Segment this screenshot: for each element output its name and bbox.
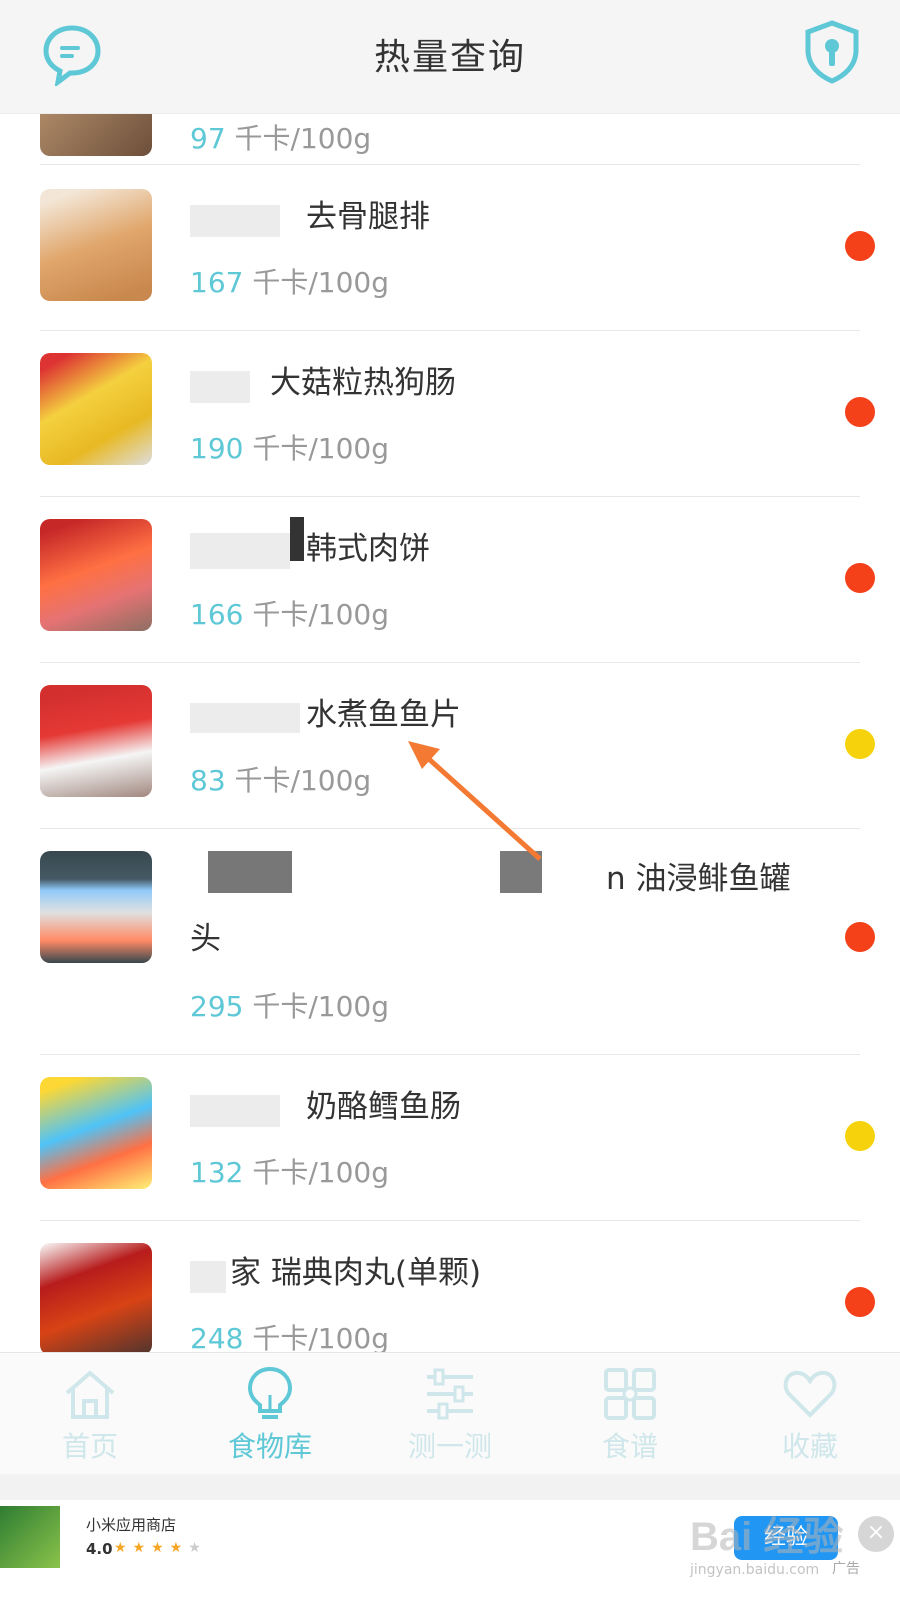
food-thumbnail [40, 353, 152, 465]
calorie-level-dot [845, 729, 875, 759]
ad-spacer [0, 1474, 900, 1500]
food-name: 水煮鱼鱼片 [306, 697, 461, 733]
baidu-watermark-url: jingyan.baidu.com [690, 1562, 820, 1578]
annotation-arrow [408, 741, 542, 861]
calorie-text: 166 千卡/100g [190, 598, 390, 631]
nav-label: 首页 [61, 1430, 118, 1463]
nav-label: 食谱 [601, 1430, 658, 1463]
nav-label: 收藏 [781, 1430, 838, 1463]
nav-item-home[interactable]: 首页 [0, 1353, 180, 1474]
grid-icon [604, 1368, 656, 1420]
food-name: 奶酪鳕鱼肠 [306, 1089, 461, 1125]
app-header: 热量查询 [0, 0, 900, 114]
food-thumbnail [40, 114, 152, 156]
food-name: 大菇粒热狗肠 [270, 365, 456, 401]
calorie-text: 248 千卡/100g [190, 1322, 390, 1352]
food-name: 瑞典肉丸(单颗) [270, 1255, 482, 1291]
food-name: 去骨腿排 [306, 199, 430, 235]
nav-label: 食物库 [227, 1430, 312, 1463]
heart-icon [783, 1370, 837, 1418]
calorie-level-dot [845, 231, 875, 261]
food-name-prefix: n [606, 861, 626, 897]
nav-item-test[interactable]: 测一测 [360, 1353, 540, 1474]
calorie-text: 295 千卡/100g [190, 990, 390, 1023]
food-list-item[interactable]: 家 瑞典肉丸(单颗) 248 千卡/100g [0, 1221, 900, 1352]
calorie-text: 97 千卡/100g [190, 122, 372, 155]
food-thumbnail [40, 1243, 152, 1352]
calorie-text: 83 千卡/100g [190, 764, 372, 797]
food-thumbnail [40, 1077, 152, 1189]
sliders-icon [427, 1368, 473, 1420]
food-list-item[interactable]: 韩式肉饼 166 千卡/100g [0, 497, 900, 662]
food-name-prefix: 家 [230, 1255, 261, 1291]
home-icon [65, 1370, 115, 1419]
food-name-line2: 头 [190, 921, 221, 957]
calorie-level-dot [845, 563, 875, 593]
ad-star-rating-icon: ★★★★★ [114, 1540, 207, 1556]
baidu-watermark: Bai 经验 [690, 1515, 844, 1559]
calorie-text: 132 千卡/100g [190, 1156, 390, 1189]
food-list-item[interactable]: 奶酪鳕鱼肠 132 千卡/100g [0, 1055, 900, 1220]
food-name: 韩式肉饼 [306, 531, 430, 567]
food-thumbnail [40, 519, 152, 631]
nav-label: 测一测 [407, 1430, 492, 1463]
ad-banner[interactable]: 小米应用商店 4.0 ★★★★★ 经验 Bai 经验 jingyan.baidu… [0, 1500, 900, 1600]
ad-store-name: 小米应用商店 [86, 1516, 177, 1534]
nav-item-favorites[interactable]: 收藏 [720, 1353, 900, 1474]
food-list-item[interactable]: 大菇粒热狗肠 190 千卡/100g [0, 331, 900, 496]
calorie-text: 167 千卡/100g [190, 266, 390, 299]
food-thumbnail [40, 685, 152, 797]
close-icon[interactable]: × [858, 1516, 894, 1552]
calorie-level-dot [845, 922, 875, 952]
ad-rating: 4.0 [86, 1540, 113, 1558]
calorie-text: 190 千卡/100g [190, 432, 390, 465]
ad-app-image [0, 1506, 60, 1568]
calorie-level-dot [845, 1121, 875, 1151]
food-list-item[interactable]: 97 千卡/100g [0, 114, 900, 164]
food-list[interactable]: 97 千卡/100g 去骨腿排 167 千卡/100g 大菇粒热狗肠 190 千… [0, 114, 900, 1352]
nav-item-recipes[interactable]: 食谱 [540, 1353, 720, 1474]
ad-tag: 广告 [832, 1561, 860, 1577]
page-title: 热量查询 [373, 37, 526, 78]
nav-item-food-library[interactable]: 食物库 [180, 1353, 360, 1474]
food-name: 油浸鲱鱼罐 [635, 861, 791, 897]
shield-lock-icon[interactable] [804, 20, 860, 84]
bottom-nav: 首页 食物库 测一测 食谱 收藏 [0, 1352, 900, 1474]
food-thumbnail [40, 189, 152, 301]
food-thumbnail [40, 851, 152, 963]
food-list-item[interactable]: 去骨腿排 167 千卡/100g [0, 165, 900, 330]
calorie-level-dot [845, 1287, 875, 1317]
bulb-icon [247, 1366, 293, 1419]
calorie-level-dot [845, 397, 875, 427]
